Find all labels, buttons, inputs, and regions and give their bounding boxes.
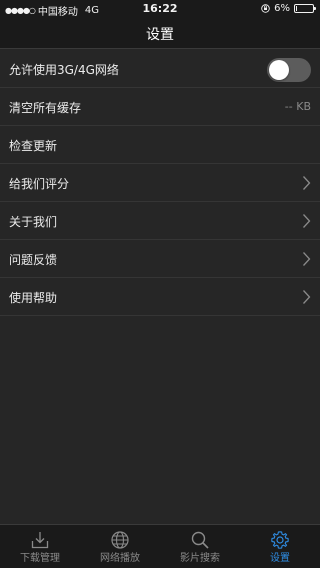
tab-download-manager[interactable]: 下载管理	[0, 525, 80, 568]
allow-network-label: 允许使用3G/4G网络	[9, 63, 119, 77]
orientation-lock-icon	[261, 4, 270, 13]
battery-percent: 6%	[274, 3, 290, 14]
tab-bar: 下载管理 网络播放 影片搜索 设置	[0, 524, 320, 568]
chevron-right-icon	[303, 290, 311, 304]
status-right: 6%	[261, 3, 316, 14]
tab-settings[interactable]: 设置	[240, 525, 320, 568]
search-icon	[191, 531, 209, 549]
battery-fill	[296, 6, 297, 11]
status-bar: ●●●●○ 中国移动 4G 16:22 6%	[0, 0, 320, 18]
settings-list: 允许使用3G/4G网络 清空所有缓存 -- KB 检查更新 给我们评分 关于我们…	[0, 50, 320, 316]
setting-row-rate-us[interactable]: 给我们评分	[0, 164, 320, 202]
allow-network-toggle[interactable]	[267, 58, 311, 82]
setting-row-feedback[interactable]: 问题反馈	[0, 240, 320, 278]
tab-label: 设置	[270, 553, 290, 564]
about-us-label: 关于我们	[9, 215, 58, 229]
gear-icon	[271, 531, 289, 549]
rate-us-label: 给我们评分	[9, 177, 70, 191]
setting-row-clear-cache[interactable]: 清空所有缓存 -- KB	[0, 88, 320, 126]
tab-label: 网络播放	[100, 553, 140, 564]
chevron-right-icon	[303, 252, 311, 266]
setting-row-check-update[interactable]: 检查更新	[0, 126, 320, 164]
cache-size-value: -- KB	[284, 100, 311, 113]
page-title: 设置	[146, 27, 174, 43]
setting-row-help[interactable]: 使用帮助	[0, 278, 320, 316]
setting-row-about-us[interactable]: 关于我们	[0, 202, 320, 240]
globe-icon	[111, 531, 129, 549]
chevron-right-icon	[303, 214, 311, 228]
help-label: 使用帮助	[9, 291, 58, 305]
navigation-bar: 设置	[0, 18, 320, 49]
tab-movie-search[interactable]: 影片搜索	[160, 525, 240, 568]
check-update-label: 检查更新	[9, 139, 58, 153]
clear-cache-label: 清空所有缓存	[9, 101, 82, 115]
toggle-knob	[269, 60, 289, 80]
tab-label: 下载管理	[20, 553, 60, 564]
feedback-label: 问题反馈	[9, 253, 58, 267]
download-tray-icon	[31, 532, 49, 549]
chevron-right-icon	[303, 176, 311, 190]
tab-network-play[interactable]: 网络播放	[80, 525, 160, 568]
battery-icon	[294, 4, 316, 13]
tab-label: 影片搜索	[180, 553, 220, 564]
setting-row-allow-network: 允许使用3G/4G网络	[0, 50, 320, 88]
